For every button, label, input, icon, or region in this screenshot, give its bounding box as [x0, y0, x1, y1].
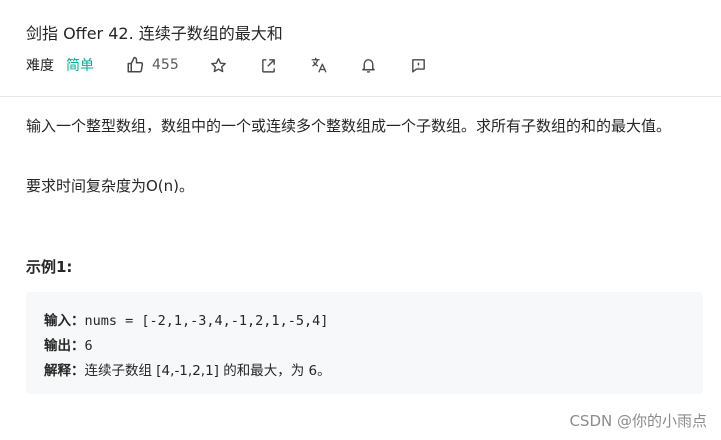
input-value: nums = [-2,1,-3,4,-1,2,1,-5,4] [84, 313, 329, 329]
difficulty-label: 难度 [26, 58, 54, 74]
example-output-line: 输出：6 [44, 334, 93, 354]
difficulty-badge: 简单 [66, 58, 94, 74]
explain-label: 解释： [44, 363, 85, 379]
feedback-button[interactable] [409, 55, 429, 75]
problem-title: 剑指 Offer 42. 连续子数组的最大和 [26, 24, 283, 43]
like-count: 455 [152, 57, 179, 73]
explain-text: 连续子数组 [4,-1,2,1] 的和最大，为 6。 [84, 363, 331, 379]
divider [0, 96, 721, 97]
output-value: 6 [84, 338, 93, 354]
notification-button[interactable] [359, 55, 379, 75]
example-explanation-line: 解释：连续子数组 [4,-1,2,1] 的和最大，为 6。 [44, 359, 331, 379]
input-label: 输入： [44, 313, 85, 329]
csdn-watermark: CSDN @你的小雨点 [569, 412, 707, 430]
comment-icon [410, 57, 427, 74]
share-icon [260, 57, 277, 74]
star-icon [210, 57, 227, 74]
share-button[interactable] [259, 55, 279, 75]
favorite-button[interactable] [209, 55, 229, 75]
translate-button[interactable] [309, 55, 329, 75]
bell-icon [360, 57, 377, 74]
example-input-line: 输入：nums = [-2,1,-3,4,-1,2,1,-5,4] [44, 309, 328, 329]
thumbs-up-icon [126, 56, 152, 74]
example-code-block: 输入：nums = [-2,1,-3,4,-1,2,1,-5,4] 输出：6 解… [26, 292, 703, 394]
description-paragraph: 输入一个整型数组，数组中的一个或连续多个整数组成一个子数组。求所有子数组的和的最… [26, 117, 672, 135]
translate-icon [310, 56, 328, 74]
example-title: 示例1: [26, 258, 73, 276]
complexity-requirement: 要求时间复杂度为O(n)。 [26, 177, 195, 195]
problem-meta-bar: 难度 简单 455 [26, 54, 429, 76]
output-label: 输出： [44, 338, 85, 354]
like-button[interactable]: 455 [126, 56, 179, 74]
